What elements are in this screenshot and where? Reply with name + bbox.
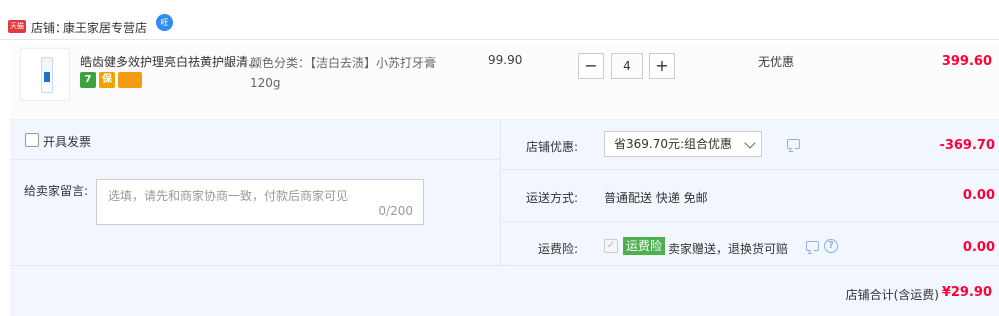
shop-promotion-label: 店铺优惠: [525,140,578,154]
toothpaste-image [41,57,53,93]
guarantee-shield-icon[interactable]: 保 [99,72,115,88]
unit-price: 99.90 [488,53,523,67]
item-discount: 无优惠 [758,55,795,69]
order-options-panel: 开具发票 给卖家留言: 选填，请先和商家协商一致，付款后商家可见 0/200 店… [10,120,999,316]
shipping-insurance-desc: 卖家赠送，退换货可赔 [668,242,789,256]
product-title-link[interactable]: 皓齿健多效护理亮白祛黄护龈清... [80,53,259,70]
shop-total-row: 店铺合计(含运费) ¥29.90 [10,265,999,316]
quantity-stepper: − 4 + [578,53,675,79]
divider [10,159,501,160]
invoice-label[interactable]: 开具发票 [43,133,91,150]
item-subtotal: 399.60 [941,54,992,69]
shop-name-link[interactable]: 康王家居专营店 [63,19,147,36]
chat-seller-icon[interactable]: 旺 [156,14,173,31]
shipping-amount: 0.00 [962,188,995,203]
chevron-down-icon [744,137,756,149]
seller-message-count: 0/200 [378,204,413,218]
tmall-badge: 天猫 [8,20,26,33]
shipping-insurance-label: 运费险: [537,242,578,256]
product-sku: 颜色分类：【洁白去渍】小苏打牙膏120g [250,56,437,90]
product-thumbnail[interactable] [20,48,70,101]
quantity-input[interactable]: 4 [611,53,643,79]
order-summary-column: 店铺优惠: 省369.70元:组合优惠 -369.70 运送方式: 普通配送 快… [502,120,999,265]
seller-message-label: 给卖家留言: [24,184,89,198]
order-item-row: 皓齿健多效护理亮白祛黄护龈清... 7 保 颜色分类：【洁白去渍】小苏打牙膏12… [10,42,999,120]
shop-total-amount: ¥29.90 [941,285,992,300]
divider [502,169,999,170]
invoice-message-column: 开具发票 给卖家留言: 选填，请先和商家协商一致，付款后商家可见 0/200 [10,120,501,265]
shipping-method-value: 普通配送 快递 免邮 [604,191,708,205]
credit-card-icon[interactable] [118,72,142,88]
shipping-insurance-tag: 运费险 [623,237,666,255]
shipping-insurance-amount: 0.00 [962,240,995,255]
quantity-increase-button[interactable]: + [649,53,675,79]
shop-promotion-amount: -369.70 [939,138,995,153]
shop-label: 店铺： [31,21,68,35]
promotion-comment-icon[interactable] [787,139,800,149]
shop-header: 天猫 店铺： 康王家居专营店 旺 [0,0,999,40]
invoice-checkbox[interactable] [25,133,39,147]
seller-message-placeholder: 选填，请先和商家协商一致，付款后商家可见 [108,189,349,203]
insurance-comment-icon[interactable] [806,241,819,251]
shop-promotion-select[interactable]: 省369.70元:组合优惠 [604,131,762,157]
shop-total-label: 店铺合计(含运费) [845,288,939,302]
help-icon[interactable]: ? [824,239,838,253]
quantity-decrease-button[interactable]: − [578,53,604,79]
shop-promotion-selected: 省369.70元:组合优惠 [614,137,733,151]
shipping-insurance-checkbox[interactable]: ✓ [604,239,618,253]
seller-message-textarea[interactable]: 选填，请先和商家协商一致，付款后商家可见 0/200 [96,179,424,225]
seven-day-return-icon[interactable]: 7 [80,72,96,88]
divider [502,221,999,222]
shipping-method-label: 运送方式: [525,191,578,205]
